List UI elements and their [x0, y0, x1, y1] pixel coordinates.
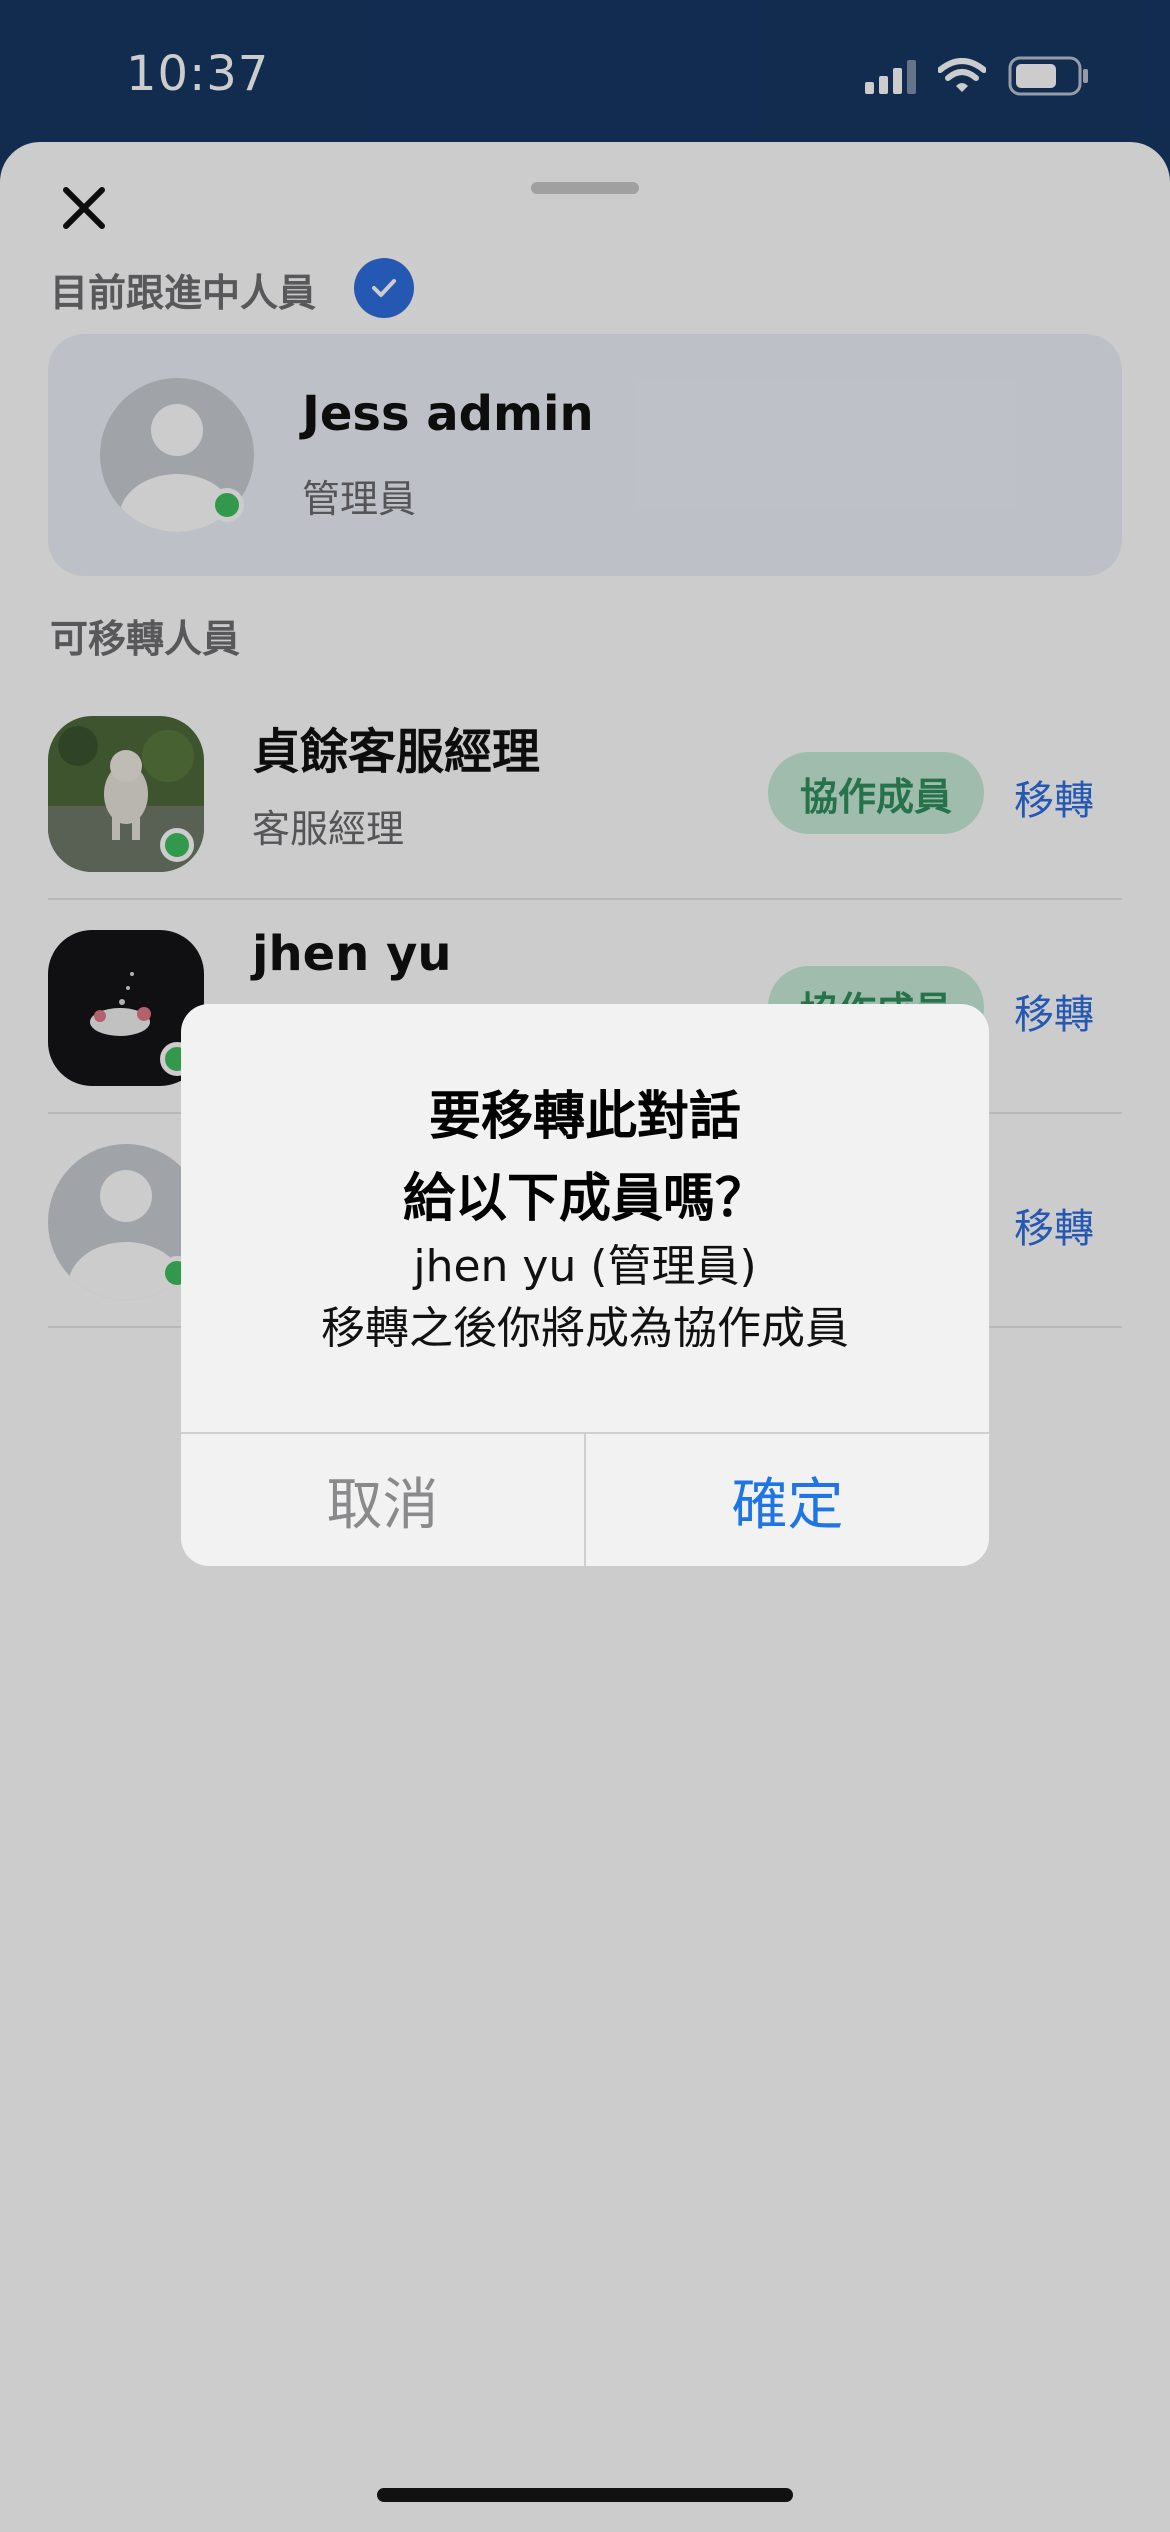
- confirm-button[interactable]: 確定: [586, 1434, 989, 1566]
- home-indicator[interactable]: [377, 2488, 793, 2502]
- confirm-transfer-dialog: 要移轉此對話 給以下成員嗎？ jhen yu (管理員) 移轉之後你將成為協作成…: [181, 1004, 989, 1566]
- dialog-message: jhen yu (管理員) 移轉之後你將成為協作成員: [321, 1241, 849, 1354]
- cancel-button[interactable]: 取消: [181, 1434, 584, 1566]
- dialog-title: 要移轉此對話 給以下成員嗎？: [402, 1087, 767, 1229]
